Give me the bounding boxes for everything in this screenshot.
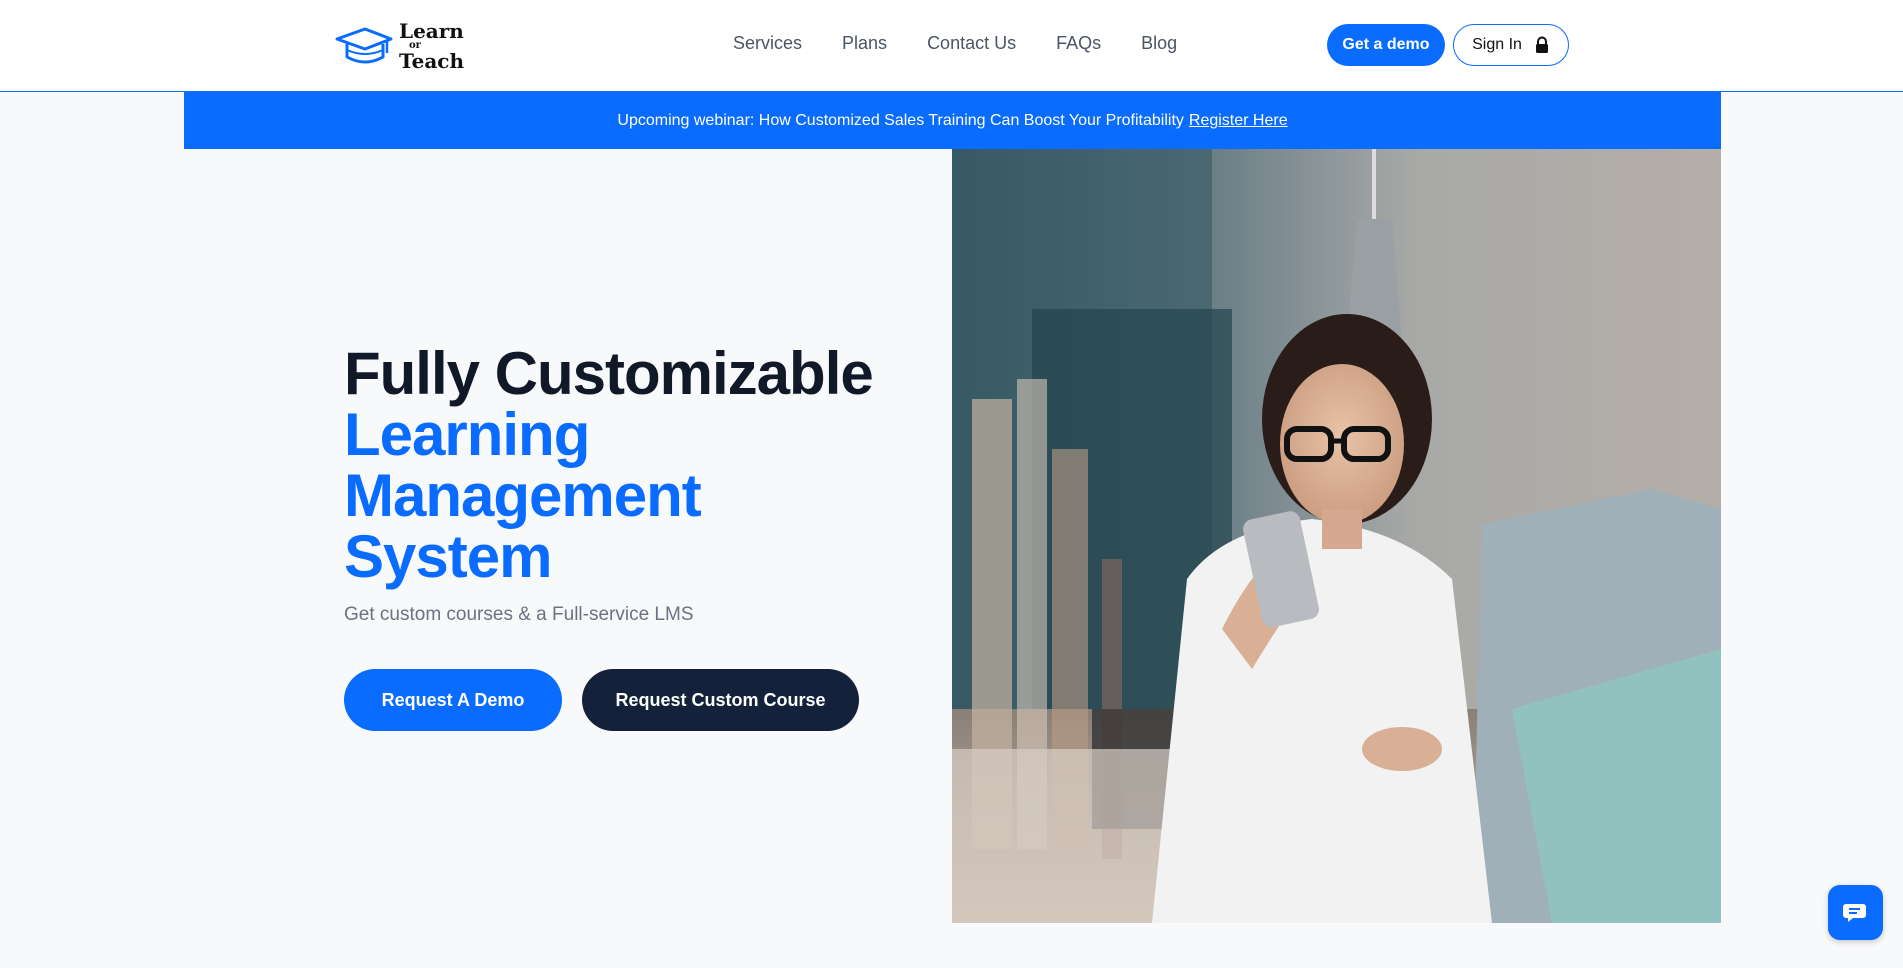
hero-title-line-4: System xyxy=(344,523,552,590)
nav-blog[interactable]: Blog xyxy=(1141,33,1177,54)
register-here-link[interactable]: Register Here xyxy=(1189,112,1288,130)
webinar-banner: Upcoming webinar: How Customized Sales T… xyxy=(184,92,1721,149)
hero-title-line-2: Learning xyxy=(344,401,590,468)
nav-faqs[interactable]: FAQs xyxy=(1056,33,1101,54)
hero-title-line-1: Fully Customizable xyxy=(344,340,874,407)
logo[interactable]: Learn or Teach xyxy=(335,20,464,72)
logo-word-learn: Learn xyxy=(399,19,464,43)
banner-text: Upcoming webinar: How Customized Sales T… xyxy=(617,111,1184,129)
graduation-cap-icon xyxy=(335,27,393,64)
hero-image xyxy=(952,149,1721,923)
sign-in-button[interactable]: Sign In xyxy=(1453,24,1569,66)
main-nav: Services Plans Contact Us FAQs Blog xyxy=(733,33,1217,54)
request-custom-course-button[interactable]: Request Custom Course xyxy=(582,669,859,731)
site-header: Learn or Teach Services Plans Contact Us… xyxy=(0,0,1903,92)
chat-button[interactable] xyxy=(1828,885,1883,940)
nav-plans[interactable]: Plans xyxy=(842,33,887,54)
logo-word-teach: Teach xyxy=(399,49,464,73)
nav-services[interactable]: Services xyxy=(733,33,802,54)
nav-contact-us[interactable]: Contact Us xyxy=(927,33,1016,54)
hero-title-line-3: Management xyxy=(344,462,702,529)
hero-subtitle: Get custom courses & a Full-service LMS xyxy=(344,604,694,625)
hero-title: Fully Customizable Learning Management S… xyxy=(344,343,904,587)
request-demo-button[interactable]: Request A Demo xyxy=(344,669,562,731)
sign-in-label: Sign In xyxy=(1472,36,1522,53)
lock-icon xyxy=(1534,36,1550,54)
chat-icon xyxy=(1842,903,1866,922)
get-demo-button[interactable]: Get a demo xyxy=(1327,24,1445,66)
